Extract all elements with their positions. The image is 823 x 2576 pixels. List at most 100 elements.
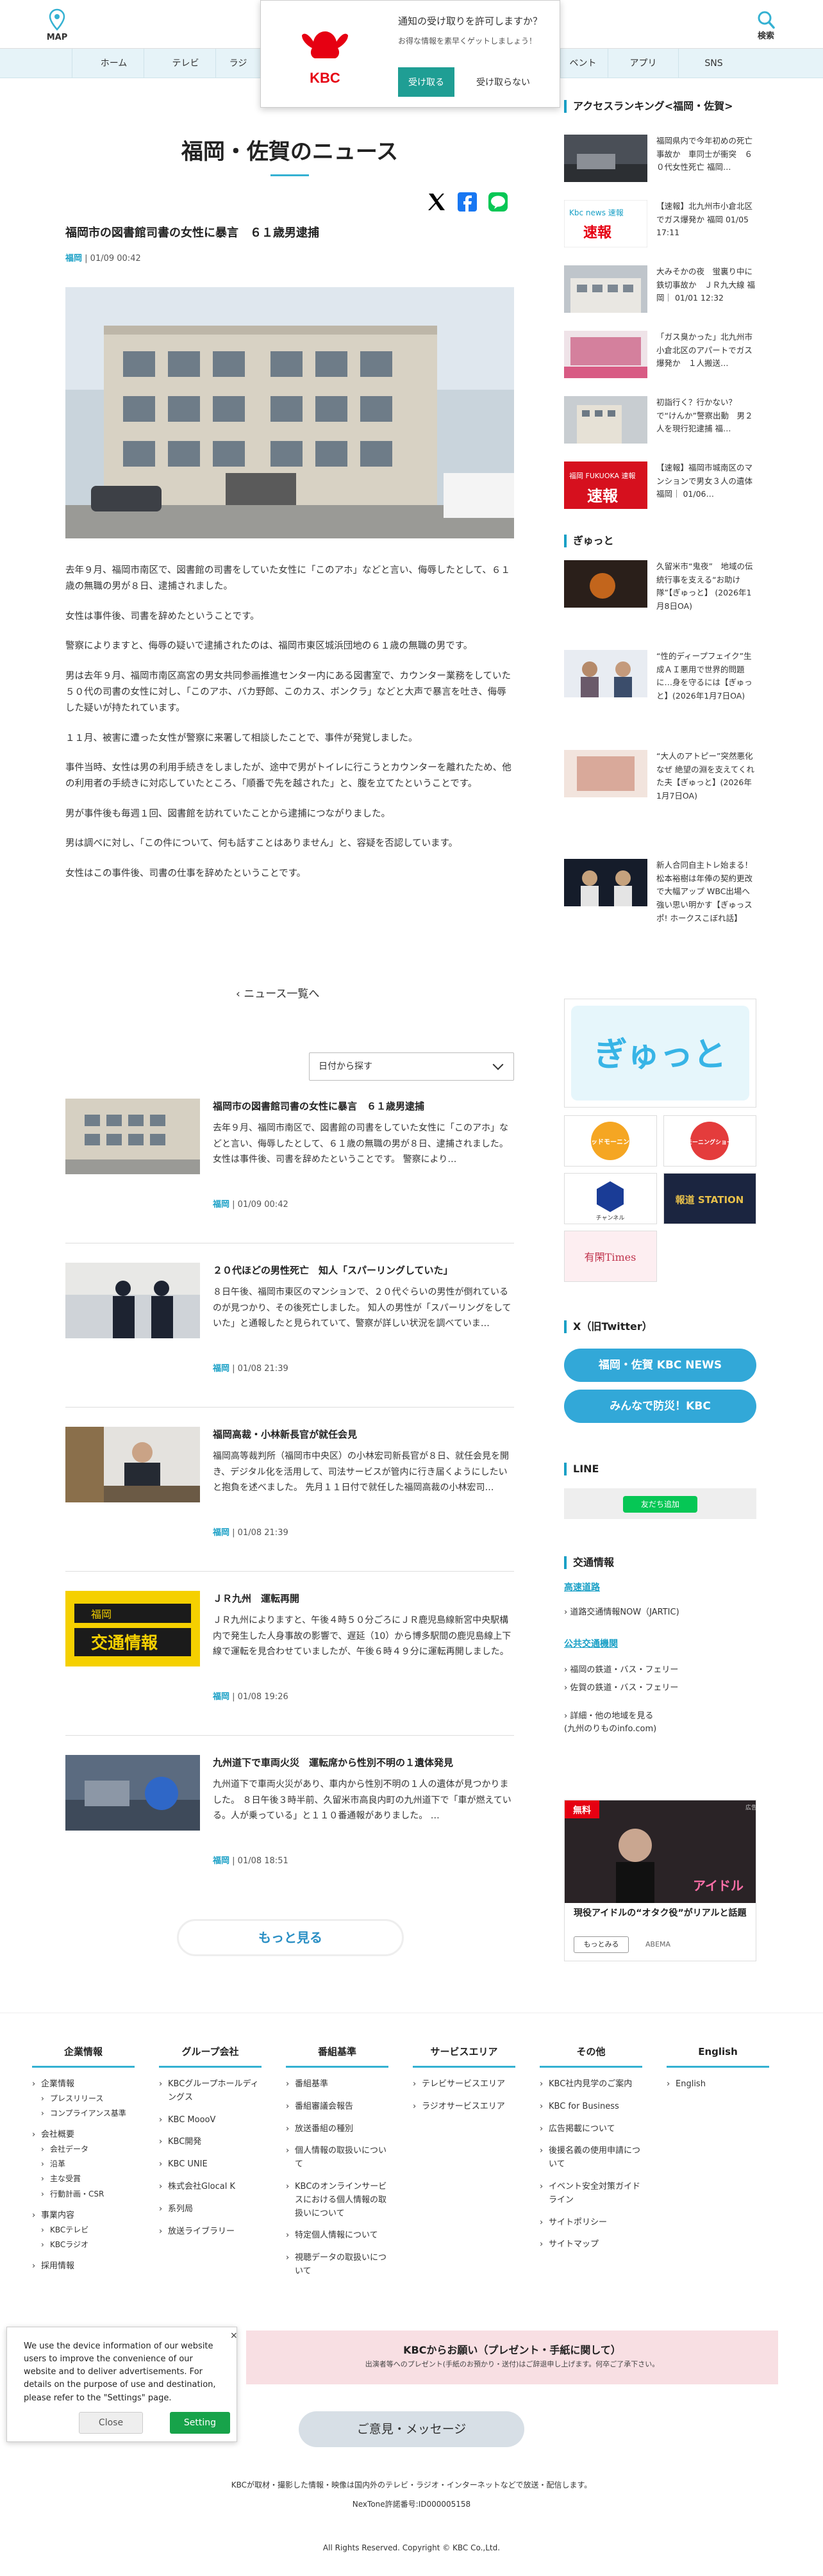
footer-link[interactable]: 主な受賞 [32, 2173, 135, 2185]
footer-link[interactable]: 系列局 [159, 2203, 262, 2216]
traffic-fukuoka-link[interactable]: › 福岡の鉄道・バス・フェリー [564, 1664, 678, 1677]
footer-link[interactable]: テレビサービスエリア [413, 2078, 515, 2091]
twitter-bousai-button[interactable]: みんなで防災！KBC [564, 1390, 756, 1423]
nav-tv[interactable]: テレビ [144, 49, 227, 78]
more-button[interactable]: もっと見る [177, 1919, 404, 1956]
gyutto-item[interactable]: 新人合同自主トレ始まる！松本裕樹は年俸の契約更改で大幅アップ WBC出場へ強い思… [564, 859, 756, 949]
search-button[interactable]: 検索 [737, 5, 795, 47]
footer-link[interactable]: ラジオサービスエリア [413, 2100, 515, 2114]
line-add-friend-button[interactable]: 友だち追加 [623, 1496, 697, 1513]
footer-link[interactable]: KBCラジオ [32, 2239, 135, 2251]
footer-link[interactable]: イベント安全対策ガイドライン [540, 2181, 642, 2207]
footer-link[interactable]: 事業内容 [32, 2209, 135, 2223]
traffic-expressway-link[interactable]: 高速道路 [564, 1581, 600, 1595]
footer-link[interactable]: 採用情報 [32, 2260, 135, 2273]
article-category[interactable]: 福岡 [65, 254, 82, 263]
footer-link[interactable]: 放送ライブラリー [159, 2225, 262, 2239]
footer-link[interactable]: 特定個人情報について [286, 2229, 388, 2243]
ranking-item[interactable]: 初詣行く？行かない？で“けんか”警察出動 男２人を現行犯逮捕 福… [564, 396, 756, 447]
traffic-saga-link[interactable]: › 佐賀の鉄道・バス・フェリー [564, 1682, 678, 1695]
traffic-detail-link[interactable]: › 詳細・他の地域を見る (九州のりものinfo.com) [564, 1710, 656, 1735]
twitter-kbc-news-button[interactable]: 福岡・佐賀 KBC NEWS [564, 1349, 756, 1382]
ranking-item[interactable]: 福岡県内で今年初めの死亡事故か 車同士が衝突 ６０代女性死亡 福岡… [564, 135, 756, 186]
footer-link[interactable]: 企業情報 [32, 2078, 135, 2091]
footer-link[interactable]: KBCテレビ [32, 2224, 135, 2236]
footer-link[interactable]: KBCグループホールディングス [159, 2078, 262, 2105]
news-category[interactable]: 福岡 [213, 1364, 229, 1374]
ranking-item[interactable]: 大みそかの夜 蛍裏り中に鉄切事故か ＪＲ九大線 福岡｜ 01/01 12:32 [564, 265, 756, 317]
gyutto-banner[interactable]: ぎゅっと [564, 999, 756, 1108]
facebook-share-icon[interactable] [456, 191, 478, 213]
footer-link[interactable]: 後援名義の使用申請について [540, 2145, 642, 2172]
ranking-item[interactable]: 「ガス臭かった」北九州市小倉北区のアパートでガス爆発か １人搬送… [564, 331, 756, 382]
footer-link[interactable]: KBC UNIE [159, 2158, 262, 2172]
news-list-item[interactable]: ２０代ほどの男性死亡 知人「スパーリングしていた」 ８日午後、福岡市東区のマンシ… [65, 1263, 514, 1408]
notification-accept-button[interactable]: 受け取る [398, 67, 454, 97]
nav-sns[interactable]: SNS [678, 49, 749, 78]
morningshow-banner[interactable]: モーニングショー [663, 1115, 756, 1167]
footer-link[interactable]: 放送番組の種別 [286, 2123, 388, 2136]
footer-link[interactable]: 沿革 [32, 2158, 135, 2170]
ad-title[interactable]: 現役アイドルの“オタク役”がリアルと話題 [565, 1903, 756, 1924]
gyutto-item[interactable]: “性的ディープフェイク”生成ＡＩ悪用で世界的問題に…身を守るには【ぎゅっと】(2… [564, 650, 756, 740]
channel-banner[interactable]: チャンネル [564, 1173, 657, 1224]
footer-link[interactable]: 番組基準 [286, 2078, 388, 2091]
nav-home[interactable]: ホーム [72, 49, 155, 78]
nav-radio[interactable]: ラジ [215, 49, 260, 78]
news-title[interactable]: ２０代ほどの男性死亡 知人「スパーリングしていた」 [213, 1263, 514, 1278]
footer-link[interactable]: 株式会社Glocal K [159, 2181, 262, 2194]
news-title[interactable]: ＪＲ九州 運転再開 [213, 1591, 514, 1606]
footer-link[interactable]: コンプライアンス基準 [32, 2107, 135, 2120]
gyutto-item[interactable]: 久留米市“鬼夜” 地域の伝統行事を支える“お助け隊”【ぎゅっと】 (2026年1… [564, 560, 756, 650]
line-share-icon[interactable] [487, 191, 509, 213]
cookie-close-button[interactable]: Close [79, 2412, 143, 2434]
hodo-station-banner[interactable]: 報道 STATION [663, 1173, 756, 1224]
traffic-public-link[interactable]: 公共交通機関 [564, 1637, 618, 1651]
map-button[interactable]: MAP [28, 5, 86, 47]
footer-link[interactable]: 広告掲載について [540, 2123, 642, 2136]
news-list-item[interactable]: 福岡市の図書館司書の女性に暴言 ６１歳男逮捕 去年９月、福岡市南区で、図書館の司… [65, 1099, 514, 1243]
news-title[interactable]: 九州道下で車両火災 運転席から性別不明の１遺体発見 [213, 1755, 514, 1770]
close-icon[interactable]: × [230, 2329, 238, 2343]
x-share-icon[interactable] [426, 191, 447, 213]
back-to-list-link[interactable]: ‹ ニュース一覧へ [236, 986, 319, 1003]
gyutto-item[interactable]: “大人のアトピー”突然悪化なぜ 絶望の淵を支えてくれた夫【ぎゅっと】(2026年… [564, 750, 756, 840]
footer-link[interactable]: KBC for Business [540, 2100, 642, 2114]
news-list-item[interactable]: 九州道下で車両火災 運転席から性別不明の１遺体発見 九州道下で車両火災があり、車… [65, 1755, 514, 1900]
traffic-jartic-link[interactable]: › 道路交通情報NOW（JARTIC) [564, 1606, 679, 1620]
footer-link[interactable]: English [667, 2078, 769, 2091]
news-category[interactable]: 福岡 [213, 1200, 229, 1209]
footer-link[interactable]: KBCのオンラインサービスにおける個人情報の取扱いについて [286, 2181, 388, 2220]
goodmorning-banner[interactable]: グッドモーニング [564, 1115, 657, 1167]
news-title[interactable]: 福岡市の図書館司書の女性に暴言 ６１歳男逮捕 [213, 1099, 514, 1114]
news-category[interactable]: 福岡 [213, 1692, 229, 1702]
footer-link[interactable]: プレスリリース [32, 2093, 135, 2105]
date-select[interactable]: 日付から探す [309, 1052, 514, 1081]
footer-link[interactable]: サイトポリシー [540, 2216, 642, 2230]
opinion-button[interactable]: ご意見・メッセージ [299, 2411, 524, 2447]
footer-link[interactable]: KBC社内見学のご案内 [540, 2078, 642, 2091]
ranking-item[interactable]: 福岡 FUKUOKA 速報 速報 【速報】福岡市城南区のマンションで男女３人の遺体… [564, 461, 756, 513]
news-list-item[interactable]: 福岡高裁・小林新長官が就任会見 福岡高等裁判所（福岡市中央区）の小林宏司新長官が… [65, 1427, 514, 1572]
yuukan-times-banner[interactable]: 有閑Times [564, 1231, 657, 1282]
ad-more-button[interactable]: もっとみる [574, 1936, 629, 1953]
news-category[interactable]: 福岡 [213, 1528, 229, 1538]
cookie-setting-button[interactable]: Setting [170, 2412, 230, 2434]
footer-link[interactable]: 個人情報の取扱いについて [286, 2145, 388, 2172]
footer-link[interactable]: KBC開発 [159, 2136, 262, 2149]
footer-link[interactable]: KBC MoooV [159, 2114, 262, 2127]
news-category[interactable]: 福岡 [213, 1856, 229, 1866]
news-title[interactable]: 福岡高裁・小林新長官が就任会見 [213, 1427, 514, 1442]
footer-link[interactable]: 会社データ [32, 2143, 135, 2156]
ranking-item[interactable]: Kbc news 速報 速報 【速報】北九州市小倉北区でガス爆発か 福岡 01/0… [564, 200, 756, 251]
footer-link[interactable]: 会社概要 [32, 2129, 135, 2142]
footer-link[interactable]: サイトマップ [540, 2238, 642, 2252]
footer-link[interactable]: 視聴データの取扱いについて [286, 2252, 388, 2279]
nav-event[interactable]: ベント [560, 49, 605, 78]
nav-app[interactable]: アプリ [608, 49, 678, 78]
footer-link[interactable]: 行動計画・CSR [32, 2188, 135, 2200]
notification-deny-button[interactable]: 受け取らない [465, 67, 542, 97]
advertisement[interactable]: 無料 アイドル 広告 現役アイドルの“オタク役”がリアルと話題 もっとみる ABEM… [564, 1800, 756, 1961]
footer-link[interactable]: 番組審議会報告 [286, 2100, 388, 2114]
news-list-item[interactable]: 福岡 交通情報 ＪＲ九州 運転再開 ＪＲ九州によりますと、午後４時５０分ごろにＪＲ… [65, 1591, 514, 1736]
